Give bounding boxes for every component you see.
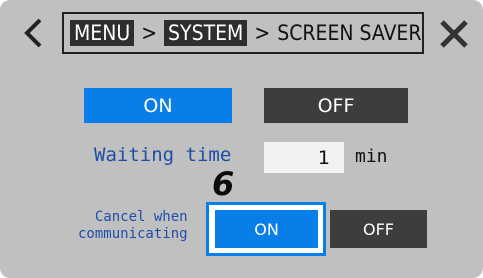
breadcrumb-current-page: SCREEN SAVER — [277, 21, 422, 45]
screen-saver-off-button[interactable]: OFF — [264, 88, 408, 123]
cancel-communicating-on-button[interactable]: ON — [215, 210, 318, 248]
chevron-left-icon — [24, 18, 42, 48]
screen-saver-settings-screen: MENU > SYSTEM > SCREEN SAVER ON OFF Wait… — [0, 0, 483, 278]
breadcrumb-item-system[interactable]: SYSTEM — [164, 20, 248, 46]
breadcrumb-separator: > — [141, 21, 158, 45]
close-button[interactable] — [436, 16, 472, 52]
cancel-communicating-off-button[interactable]: OFF — [330, 210, 427, 248]
back-button[interactable] — [16, 16, 50, 50]
step-number-marker: 6 — [212, 165, 235, 203]
waiting-time-label: Waiting time — [94, 144, 232, 166]
screen-saver-on-button[interactable]: ON — [84, 88, 232, 123]
cancel-label-line2: communicating — [78, 226, 188, 242]
breadcrumb-item-menu[interactable]: MENU — [70, 20, 135, 46]
cancel-label-line1: Cancel when — [94, 209, 188, 225]
breadcrumb: MENU > SYSTEM > SCREEN SAVER — [62, 12, 424, 54]
breadcrumb-separator: > — [254, 21, 271, 45]
waiting-time-input[interactable]: 1 — [264, 142, 344, 173]
title-bar: MENU > SYSTEM > SCREEN SAVER — [0, 0, 483, 70]
close-icon — [440, 20, 468, 48]
cancel-when-communicating-label: Cancel when communicating — [78, 209, 188, 243]
waiting-time-unit: min — [355, 146, 388, 167]
